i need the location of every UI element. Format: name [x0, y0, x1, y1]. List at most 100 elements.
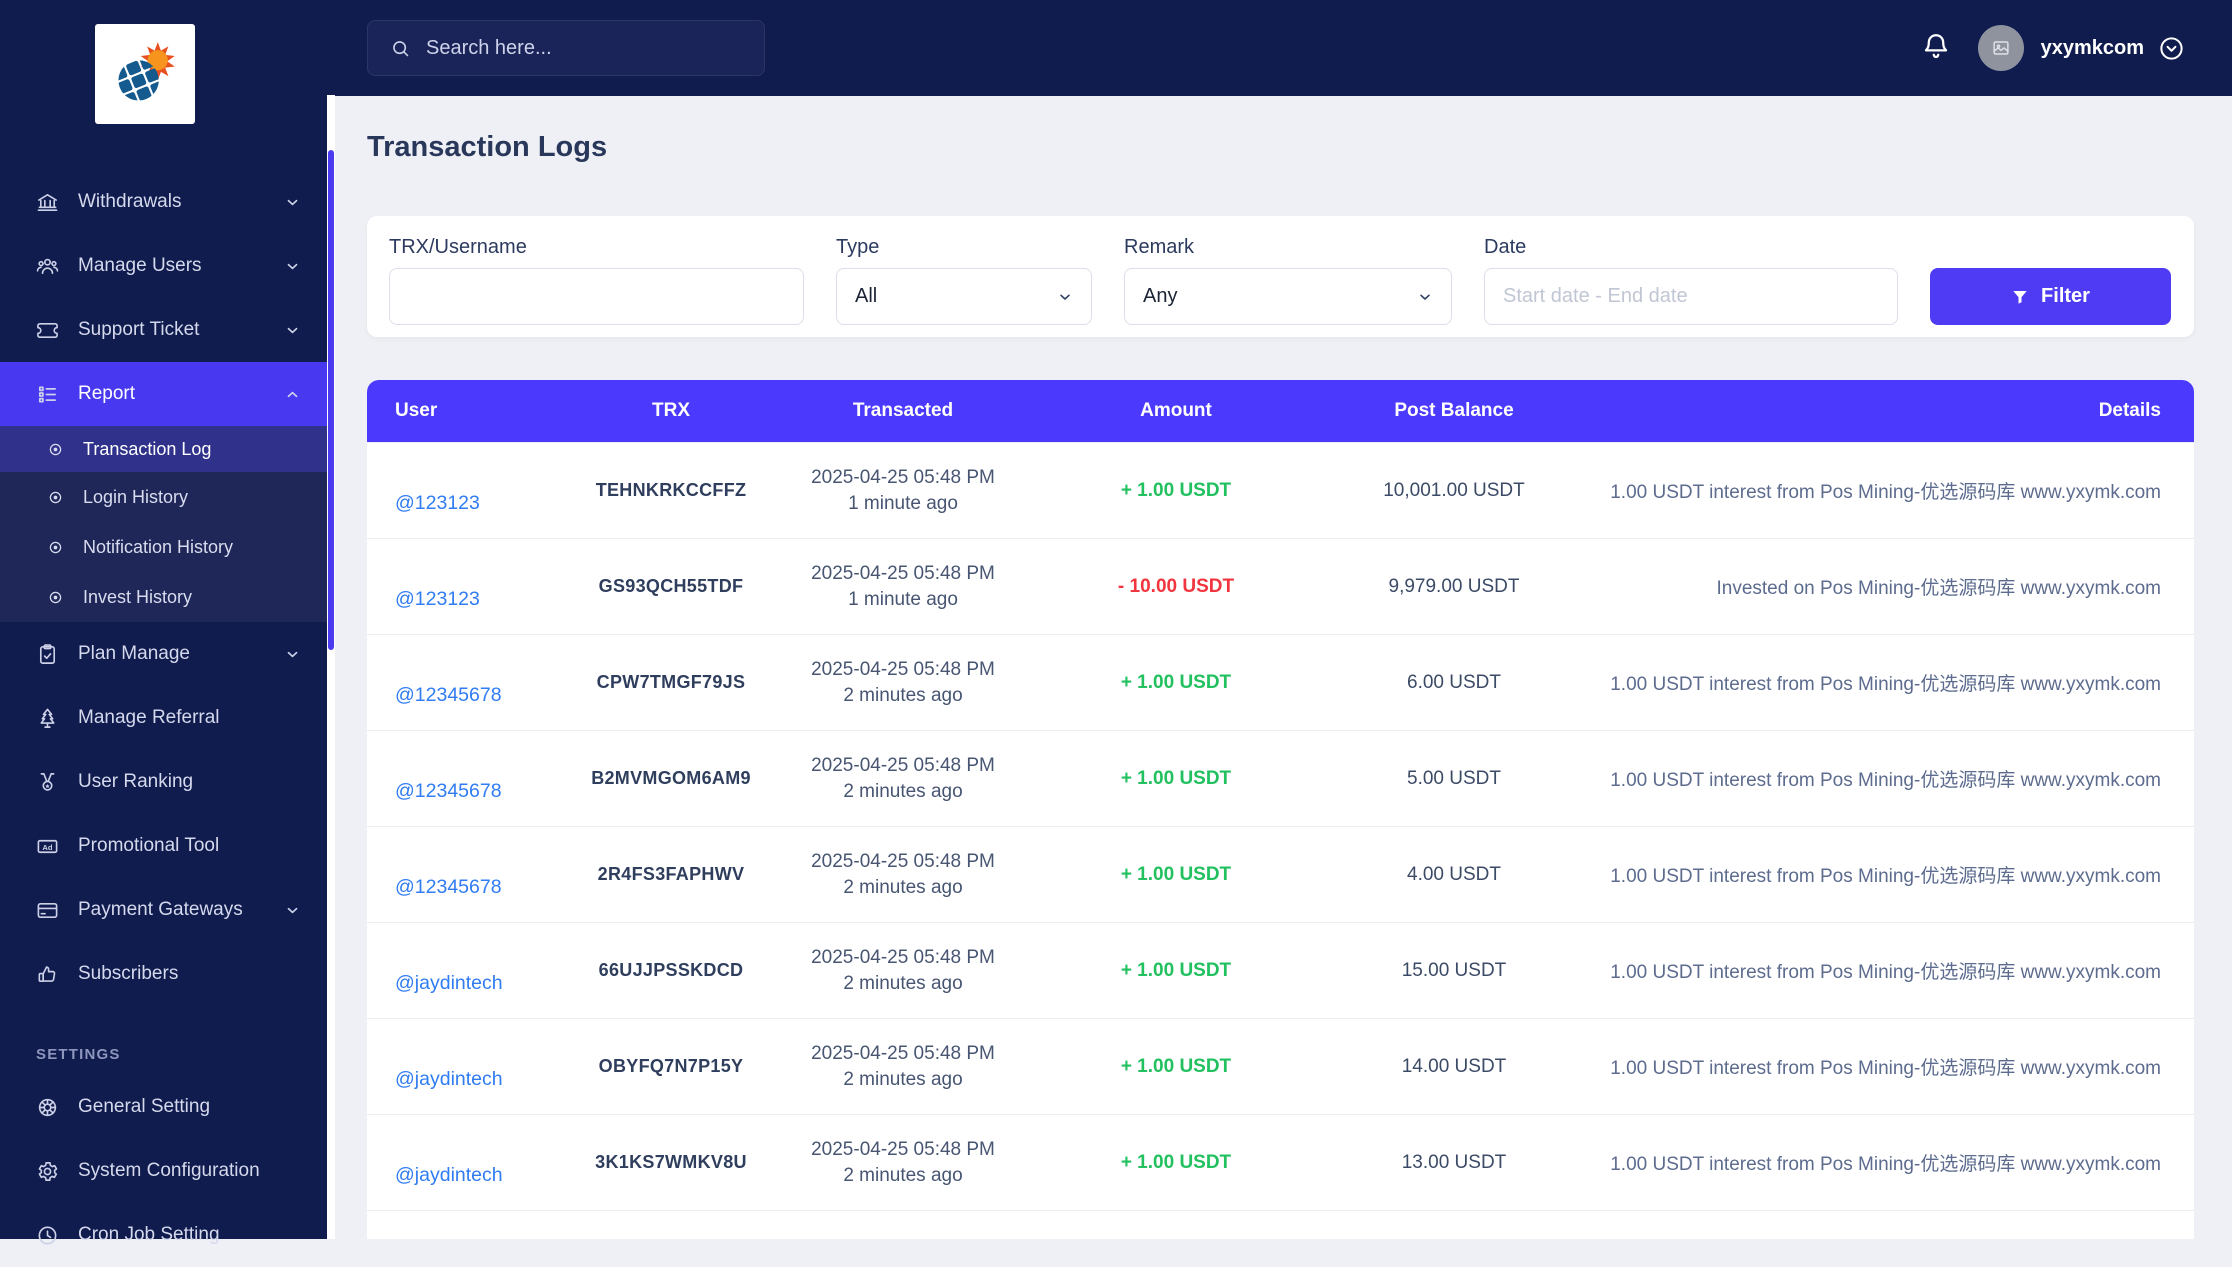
page-title: Transaction Logs — [367, 131, 608, 163]
details-cell: 1.00 USDT interest from Pos Mining-优选源码库… — [1610, 674, 2161, 695]
topbar: yxymkcom — [335, 0, 2232, 96]
users-icon — [36, 255, 59, 278]
amount-cell: + 1.00 USDT — [1120, 767, 1232, 789]
sidebar-item-system-configuration[interactable]: System Configuration — [0, 1139, 328, 1203]
post-balance-cell: 4.00 USDT — [1407, 863, 1501, 885]
chevron-down-icon — [285, 259, 300, 274]
sidebar-item-label: Support Ticket — [78, 319, 200, 340]
user-cell: @jaydintech — [367, 1019, 560, 1114]
username-link[interactable]: @123123 — [395, 492, 480, 515]
trx-username-label: TRX/Username — [389, 236, 527, 258]
user-cell: @12345678 — [367, 731, 560, 826]
transacted-datetime: 2025-04-25 05:48 PM — [811, 1138, 995, 1160]
sidebar-item-withdrawals[interactable]: Withdrawals — [0, 170, 328, 234]
sidebar-item-label: Payment Gateways — [78, 899, 243, 920]
bank-icon — [36, 191, 59, 214]
sidebar-item-manage-users[interactable]: Manage Users — [0, 234, 328, 298]
sidebar-item-report[interactable]: Report — [0, 362, 328, 426]
transacted-ago: 2 minutes ago — [843, 684, 963, 706]
date-label: Date — [1484, 236, 1527, 258]
details-cell: 1.00 USDT interest from Pos Mining-优选源码库… — [1610, 770, 2161, 791]
submenu-item-login-history[interactable]: Login History — [0, 472, 328, 522]
table-row: @jaydintech 3K1KS7WMKV8U 2025-04-25 05:4… — [367, 1114, 2194, 1210]
amount-cell: + 1.00 USDT — [1120, 863, 1232, 885]
sidebar-scrollbar-track[interactable] — [327, 95, 335, 1239]
trx-username-input[interactable] — [389, 268, 804, 325]
username-link[interactable]: @12345678 — [395, 876, 502, 899]
transacted-ago: 2 minutes ago — [843, 972, 963, 994]
post-balance-cell: 14.00 USDT — [1401, 1055, 1507, 1077]
notification-bell-icon[interactable] — [1920, 31, 1952, 65]
avatar[interactable] — [1977, 25, 2024, 71]
table-row: @123123 GS93QCH55TDF 2025-04-25 05:48 PM… — [367, 538, 2194, 634]
search-input[interactable] — [411, 21, 764, 75]
transacted-ago: 1 minute ago — [848, 492, 958, 514]
brand-logo[interactable] — [95, 24, 195, 124]
transacted-cell: 2025-04-25 05:48 PM 2 minutes ago — [782, 827, 1024, 922]
remark-select[interactable]: Any — [1124, 268, 1452, 325]
amount-cell: - 10.00 USDT — [1117, 575, 1235, 597]
amount-cell: + 1.00 USDT — [1120, 671, 1232, 693]
type-select[interactable]: All — [836, 268, 1092, 325]
filter-button[interactable]: Filter — [1930, 268, 2171, 325]
remark-label: Remark — [1124, 236, 1195, 258]
chevron-down-icon — [1057, 289, 1073, 305]
topbar-username[interactable]: yxymkcom — [2041, 37, 2144, 60]
sidebar-item-label: User Ranking — [78, 771, 194, 792]
submenu-item-transaction-log[interactable]: Transaction Log — [0, 426, 328, 472]
date-range-input[interactable] — [1484, 268, 1898, 325]
submenu-item-label: Notification History — [83, 536, 234, 557]
sidebar-item-support-ticket[interactable]: Support Ticket — [0, 298, 328, 362]
table-row: @123123 TEHNKRKCCFFZ 2025-04-25 05:48 PM… — [367, 442, 2194, 538]
sidebar-item-plan-manage[interactable]: Plan Manage — [0, 622, 328, 686]
sidebar-item-general-setting[interactable]: General Setting — [0, 1075, 328, 1139]
filter-panel: TRX/Username Type All Remark Any Date Fi… — [367, 216, 2194, 337]
sidebar-item-label: Report — [78, 383, 136, 404]
username-link[interactable]: @jaydintech — [395, 972, 503, 995]
table-row: @12345678 CPW7TMGF79JS 2025-04-25 05:48 … — [367, 634, 2194, 730]
sidebar-item-cron-job-setting[interactable]: Cron Job Setting — [0, 1203, 328, 1267]
sidebar-item-promotional-tool[interactable]: Ad Promotional Tool — [0, 814, 328, 878]
sidebar-item-label: Promotional Tool — [78, 835, 220, 856]
trx-cell: GS93QCH55TDF — [598, 576, 744, 596]
column-header-amount: Amount — [1140, 400, 1212, 421]
radio-dot-icon — [47, 589, 64, 606]
sidebar-nav: Withdrawals Manage Users Support Ticket — [0, 170, 328, 1267]
radio-dot-icon — [47, 489, 64, 506]
sidebar-item-user-ranking[interactable]: User Ranking — [0, 750, 328, 814]
settings-section-heading: SETTINGS — [36, 1046, 121, 1063]
submenu-item-invest-history[interactable]: Invest History — [0, 572, 328, 622]
gear-icon — [36, 1160, 59, 1183]
transacted-datetime: 2025-04-25 05:48 PM — [811, 1042, 995, 1064]
transacted-ago: 1 minute ago — [848, 588, 958, 610]
transacted-ago: 2 minutes ago — [843, 780, 963, 802]
sidebar-item-label: Manage Users — [78, 255, 202, 276]
post-balance-cell: 13.00 USDT — [1401, 1151, 1507, 1173]
globe-sun-logo-icon — [111, 40, 179, 108]
transacted-ago: 2 minutes ago — [843, 1164, 963, 1186]
type-label: Type — [836, 236, 880, 258]
sidebar-item-label: Withdrawals — [78, 191, 182, 212]
sidebar-item-label: Manage Referral — [78, 707, 220, 728]
credit-card-icon — [36, 899, 59, 922]
column-header-details: Details — [2098, 400, 2161, 421]
submenu-item-notification-history[interactable]: Notification History — [0, 522, 328, 572]
username-link[interactable]: @123123 — [395, 588, 480, 611]
sidebar-scrollbar-thumb[interactable] — [328, 150, 334, 650]
chevron-down-circle-icon[interactable] — [2158, 35, 2185, 62]
transacted-cell: 2025-04-25 05:48 PM 2 minutes ago — [782, 1019, 1024, 1114]
tree-icon — [36, 707, 59, 730]
username-link[interactable]: @jaydintech — [395, 1164, 503, 1187]
sidebar-item-subscribers[interactable]: Subscribers — [0, 942, 328, 1006]
username-link[interactable]: @12345678 — [395, 780, 502, 803]
sidebar-item-payment-gateways[interactable]: Payment Gateways — [0, 878, 328, 942]
ticket-icon — [36, 319, 59, 342]
details-cell: 1.00 USDT interest from Pos Mining-优选源码库… — [1610, 866, 2161, 887]
table-row: @jaydintech OBYFQ7N7P15Y 2025-04-25 05:4… — [367, 1018, 2194, 1114]
username-link[interactable]: @jaydintech — [395, 1068, 503, 1091]
ad-icon: Ad — [36, 835, 59, 858]
username-link[interactable]: @12345678 — [395, 684, 502, 707]
trx-cell: B2MVMGOM6AM9 — [591, 768, 751, 788]
sidebar-item-manage-referral[interactable]: Manage Referral — [0, 686, 328, 750]
details-cell: 1.00 USDT interest from Pos Mining-优选源码库… — [1610, 1058, 2161, 1079]
